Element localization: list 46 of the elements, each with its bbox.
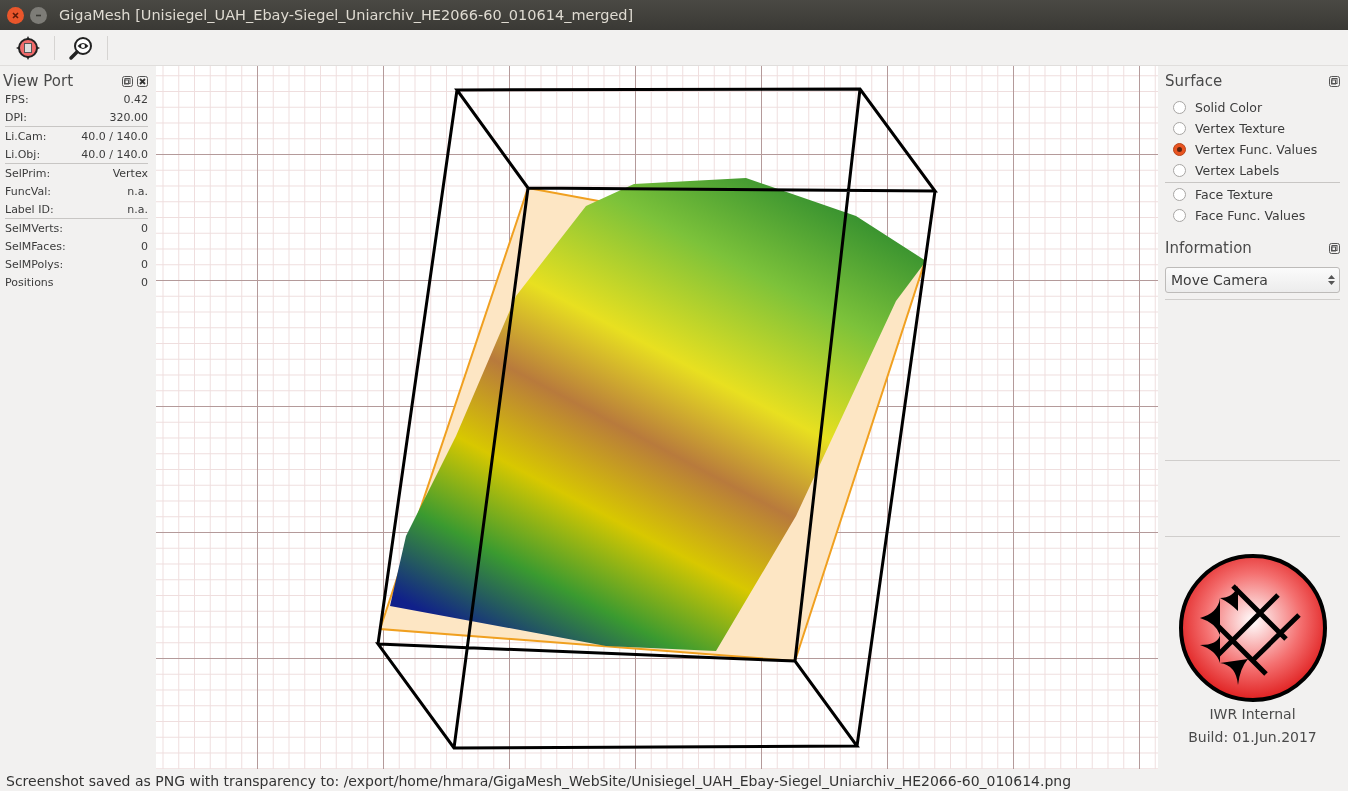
- radio-option[interactable]: Vertex Func. Values: [1165, 139, 1324, 160]
- panel-title: View Port: [3, 72, 74, 90]
- panel-title: Information: [1165, 239, 1252, 257]
- radio-option[interactable]: Face Func. Values: [1165, 205, 1312, 226]
- minimize-button[interactable]: [30, 6, 47, 24]
- info-value: 0: [141, 275, 148, 289]
- info-value: 0: [141, 257, 148, 271]
- info-value: n.a.: [127, 184, 148, 198]
- build-caption: IWR Internal: [1209, 705, 1296, 724]
- radio-option[interactable]: Face Texture: [1165, 184, 1279, 205]
- float-icon[interactable]: [1329, 75, 1340, 87]
- info-label: Positions: [5, 275, 54, 289]
- spinner-arrows-icon: [1328, 274, 1335, 286]
- info-value: 0.42: [123, 92, 148, 106]
- viewport-grid[interactable]: [156, 66, 1158, 769]
- float-icon[interactable]: [122, 75, 133, 87]
- mode-dropdown[interactable]: Move Camera: [1165, 267, 1340, 293]
- info-value: 0: [141, 221, 148, 235]
- info-label: Label ID:: [5, 202, 54, 216]
- close-icon[interactable]: [137, 75, 148, 87]
- info-label: FPS:: [5, 92, 29, 106]
- info-label: FuncVal:: [5, 184, 51, 198]
- logo-icon: [1177, 553, 1328, 703]
- radio-option[interactable]: Solid Color: [1165, 97, 1269, 118]
- info-value: 320.00: [109, 110, 148, 124]
- radio-option[interactable]: Vertex Labels: [1165, 160, 1286, 181]
- info-label: Li.Cam:: [5, 129, 47, 143]
- info-label: SelMPolys:: [5, 257, 64, 271]
- info-value: 40.0 / 140.0: [81, 129, 148, 143]
- info-value: Vertex: [112, 166, 148, 180]
- panel-title: Surface: [1165, 72, 1223, 90]
- info-label: SelPrim:: [5, 166, 51, 180]
- float-icon[interactable]: [1329, 242, 1340, 254]
- build-caption: Build: 01.Jun.2017: [1188, 728, 1317, 747]
- radio-option[interactable]: Vertex Texture: [1165, 118, 1291, 139]
- info-label: SelMFaces:: [5, 239, 66, 253]
- info-label: SelMVerts:: [5, 221, 63, 235]
- close-button[interactable]: [7, 6, 24, 24]
- info-value: 40.0 / 140.0: [81, 147, 148, 161]
- status-message: Screenshot saved as PNG with transparency to: /export/home/hmara/GigaMesh_WebSite/Unisiegel_UAH_Ebay-Siegel_Uniarchiv_HE2066-60_010614.png: [6, 772, 1072, 789]
- info-label: DPI:: [5, 110, 28, 124]
- window-title: GigaMesh [Unisiegel_UAH_Ebay-Siegel_Uniarchiv_HE2066-60_010614_merged]: [59, 7, 634, 23]
- x-icon: [11, 10, 20, 20]
- info-value: 0: [141, 239, 148, 253]
- info-value: n.a.: [127, 202, 148, 216]
- info-label: Li.Obj:: [5, 147, 41, 161]
